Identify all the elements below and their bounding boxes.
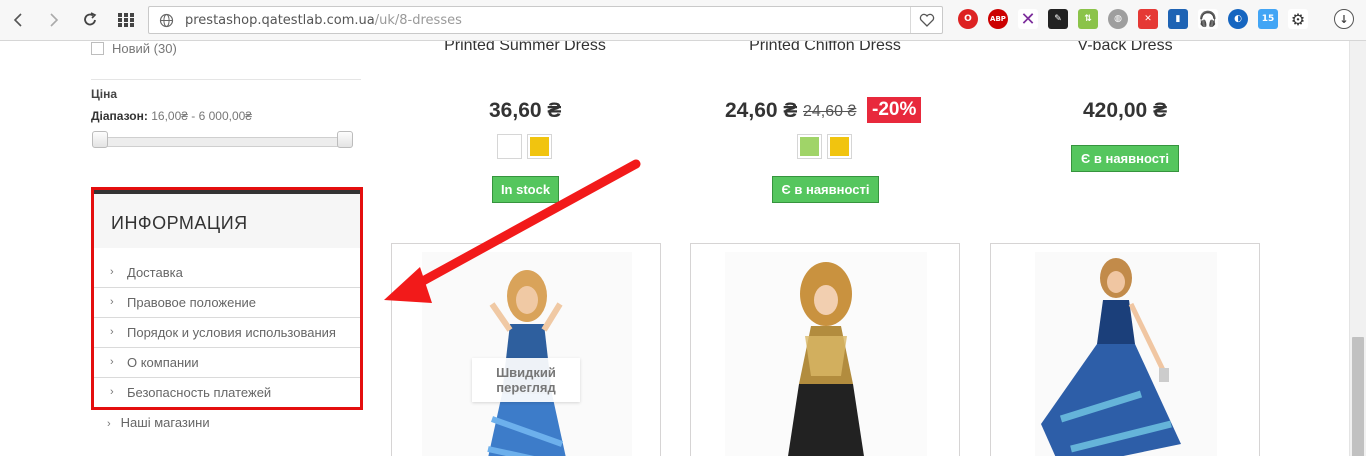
- browser-toolbar: prestashop.qatestlab.com.ua/uk/8-dresses…: [0, 0, 1366, 41]
- price-slider-min-handle[interactable]: [92, 131, 108, 148]
- adblock-plus-icon[interactable]: ABP: [988, 9, 1008, 29]
- shield-icon[interactable]: ✕: [1138, 9, 1158, 29]
- bookmark-button[interactable]: [910, 7, 942, 33]
- url-text: prestashop.qatestlab.com.ua/uk/8-dresses: [185, 13, 462, 28]
- product-name[interactable]: V-back Dress: [1005, 41, 1245, 55]
- info-link-secure-payment[interactable]: › Безопасность платежей: [94, 378, 360, 408]
- settings-gear-icon[interactable]: ⚙: [1288, 9, 1308, 29]
- grid-icon: [118, 13, 134, 27]
- chevron-right-icon: ›: [110, 266, 114, 278]
- info-link-label: О компании: [127, 355, 199, 370]
- info-link-about[interactable]: › О компании: [94, 348, 360, 378]
- back-arrow-icon: [13, 13, 22, 27]
- filter-new-label: Новий (30): [112, 41, 177, 56]
- information-block: ИНФОРМАЦИЯ › Доставка › Правовое положение…: [91, 187, 363, 410]
- information-title: ИНФОРМАЦИЯ: [111, 213, 248, 233]
- back-button[interactable]: [6, 8, 30, 32]
- reload-icon: [84, 12, 97, 26]
- globe-icon: [159, 13, 174, 28]
- product-card[interactable]: [990, 243, 1260, 456]
- swatch-color: [530, 137, 549, 156]
- price-slider-track[interactable]: [96, 137, 352, 147]
- discount-badge: -20%: [867, 97, 922, 123]
- quick-view-button[interactable]: Швидкий перегляд: [472, 358, 580, 402]
- range-label: Діапазон:: [91, 109, 148, 123]
- old-price: 24,60 ₴: [803, 103, 857, 120]
- info-link-label: Порядок и условия использования: [127, 325, 336, 340]
- address-bar[interactable]: prestashop.qatestlab.com.ua/uk/8-dresses: [148, 6, 943, 34]
- price-slider-max-handle[interactable]: [337, 131, 353, 148]
- info-link-label: Правовое положение: [127, 295, 257, 310]
- downloads-icon[interactable]: ↓: [1334, 9, 1354, 29]
- green-extension-icon[interactable]: ⇅: [1078, 9, 1098, 29]
- product-price: 24,60 ₴: [725, 99, 798, 122]
- product-name[interactable]: Printed Chiffon Dress: [705, 41, 945, 55]
- info-link-terms[interactable]: › Порядок и условия использования: [94, 318, 360, 348]
- scrollbar[interactable]: [1349, 41, 1366, 456]
- product-price: 420,00 ₴: [1083, 99, 1168, 122]
- product-name[interactable]: Printed Summer Dress: [405, 41, 645, 55]
- info-link-delivery[interactable]: › Доставка: [94, 258, 360, 288]
- color-swatch[interactable]: [827, 134, 852, 159]
- page-content: Новий (30) Ціна Діапазон: 16,00₴ - 6 000…: [0, 41, 1366, 456]
- reload-button[interactable]: [78, 8, 102, 32]
- url-path: /uk/8-dresses: [374, 13, 462, 28]
- info-link-legal[interactable]: › Правовое положение: [94, 288, 360, 318]
- book-icon[interactable]: ▮: [1168, 9, 1188, 29]
- product-card[interactable]: [690, 243, 960, 456]
- divider: [91, 79, 361, 80]
- scrollbar-thumb[interactable]: [1352, 337, 1364, 456]
- product-image: [725, 252, 927, 456]
- product-image: [422, 252, 632, 456]
- product-image: [1035, 252, 1217, 456]
- product-price: 36,60 ₴: [489, 99, 562, 122]
- url-host: prestashop.qatestlab.com.ua: [185, 13, 375, 28]
- forward-button[interactable]: [42, 8, 66, 32]
- info-link-label: Доставка: [127, 265, 183, 280]
- info-link-label: Наші магазини: [120, 415, 210, 430]
- color-swatch[interactable]: [797, 134, 822, 159]
- range-value: 16,00₴ - 6 000,00₴: [151, 109, 252, 123]
- weather-icon[interactable]: ◐: [1228, 9, 1248, 29]
- color-swatch[interactable]: [497, 134, 522, 159]
- product-card[interactable]: Швидкий перегляд: [391, 243, 661, 456]
- price-filter-title: Ціна: [91, 87, 118, 101]
- edit-note-icon[interactable]: ✎: [1048, 9, 1068, 29]
- price-range-label: Діапазон: 16,00₴ - 6 000,00₴: [91, 109, 252, 123]
- calendar-icon[interactable]: 15: [1258, 9, 1278, 29]
- checkbox[interactable]: [91, 42, 104, 55]
- stock-badge: Є в наявності: [1071, 145, 1179, 172]
- stock-badge: Є в наявності: [772, 176, 879, 203]
- swatch-color: [800, 137, 819, 156]
- information-header: ИНФОРМАЦИЯ: [94, 190, 360, 248]
- x-extension-icon[interactable]: ✕: [1018, 9, 1038, 30]
- color-swatch[interactable]: [527, 134, 552, 159]
- chevron-right-icon: ›: [107, 418, 111, 430]
- forward-arrow-icon: [50, 13, 59, 27]
- speed-dial-button[interactable]: [114, 8, 138, 32]
- chevron-right-icon: ›: [110, 386, 114, 398]
- chevron-right-icon: ›: [110, 326, 114, 338]
- quick-view-label: Швидкий перегляд: [496, 365, 556, 395]
- globe-extension-icon[interactable]: ◍: [1108, 9, 1128, 29]
- chevron-right-icon: ›: [110, 356, 114, 368]
- stock-badge: In stock: [492, 176, 559, 203]
- filter-new[interactable]: Новий (30): [91, 41, 177, 56]
- swatch-color: [830, 137, 849, 156]
- opera-icon[interactable]: O: [958, 9, 978, 29]
- info-link-stores[interactable]: › Наші магазини: [107, 415, 210, 430]
- headphones-icon[interactable]: 🎧: [1198, 9, 1218, 29]
- info-link-label: Безопасность платежей: [127, 385, 272, 400]
- heart-icon: [919, 13, 934, 27]
- chevron-right-icon: ›: [110, 296, 114, 308]
- swatch-color: [500, 137, 519, 156]
